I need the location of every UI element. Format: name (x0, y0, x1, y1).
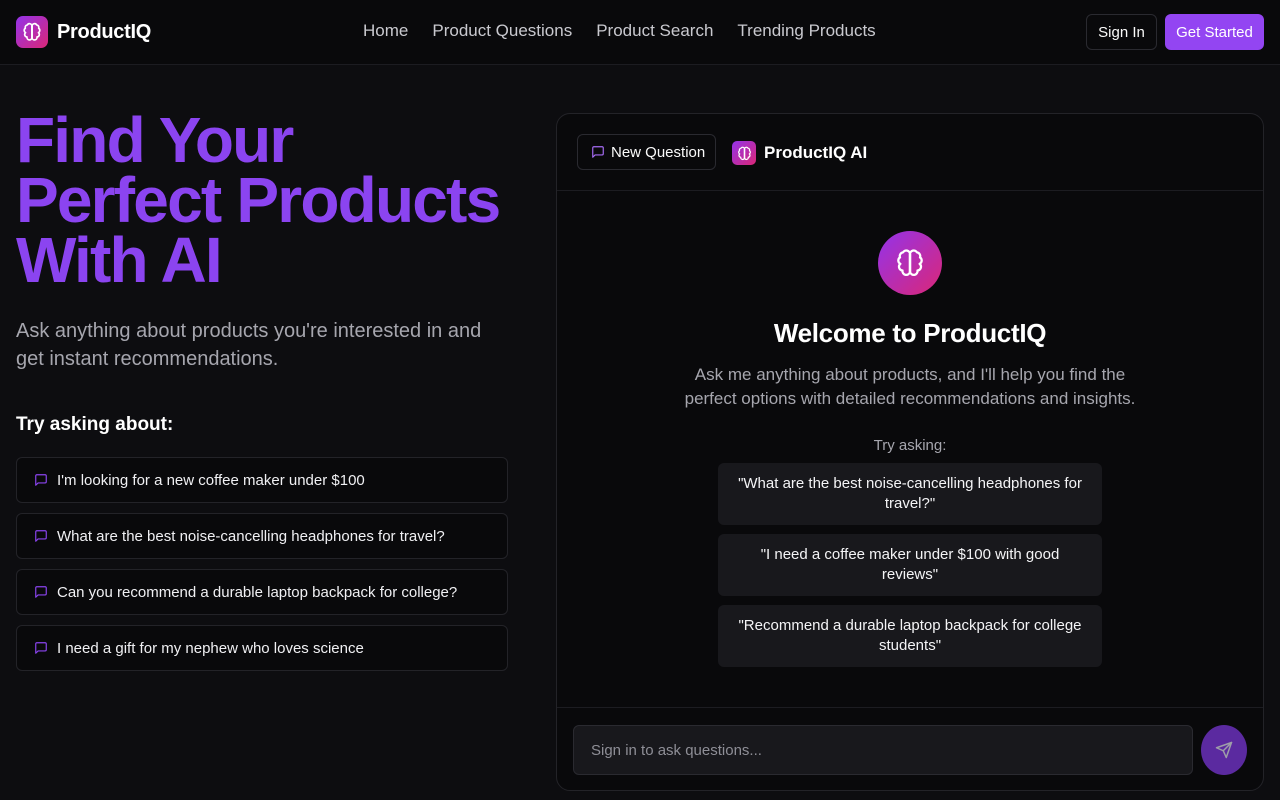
main-nav: Home Product Questions Product Search Tr… (363, 21, 876, 41)
new-question-label: New Question (611, 143, 706, 161)
message-square-icon (34, 529, 48, 543)
nav-product-search[interactable]: Product Search (596, 21, 713, 41)
example-question[interactable]: "What are the best noise-cancelling head… (718, 463, 1102, 525)
suggestion-text: What are the best noise-cancelling headp… (57, 527, 445, 545)
suggestion-item[interactable]: I need a gift for my nephew who loves sc… (16, 625, 508, 671)
send-button[interactable] (1201, 725, 1247, 775)
chat-header: New Question ProductIQ AI (557, 114, 1263, 191)
assistant-name: ProductIQ AI (764, 143, 868, 162)
hero-title: Find Your Perfect Products With AI (16, 104, 536, 296)
brand-name: ProductIQ (57, 20, 151, 43)
chat-input-bar (557, 707, 1263, 790)
hero-title-line: Perfect Products (16, 164, 501, 236)
hero-title-line: With AI (16, 224, 223, 296)
suggestion-item[interactable]: Can you recommend a durable laptop backp… (16, 569, 508, 615)
welcome-title: Welcome to ProductIQ (773, 318, 1047, 348)
nav-home[interactable]: Home (363, 21, 408, 41)
brain-icon (878, 231, 942, 295)
nav-product-questions[interactable]: Product Questions (432, 21, 572, 41)
send-icon (1215, 741, 1233, 759)
example-question[interactable]: "Recommend a durable laptop backpack for… (718, 605, 1102, 667)
sign-in-button[interactable]: Sign In (1086, 14, 1157, 50)
example-questions: "What are the best noise-cancelling head… (718, 463, 1102, 676)
hero-title-line: Find Your (16, 104, 294, 176)
brand-logo[interactable]: ProductIQ (16, 16, 151, 48)
try-asking-label: Try asking: (873, 437, 947, 454)
nav-trending-products[interactable]: Trending Products (737, 21, 875, 41)
suggestion-list: I'm looking for a new coffee maker under… (16, 457, 508, 681)
new-question-button[interactable]: New Question (577, 134, 716, 170)
suggestion-text: Can you recommend a durable laptop backp… (57, 583, 458, 601)
brain-icon (16, 16, 48, 48)
example-question[interactable]: "I need a coffee maker under $100 with g… (718, 534, 1102, 596)
chat-panel: New Question ProductIQ AI Welcome to Pro… (556, 113, 1264, 791)
chat-input[interactable] (573, 725, 1193, 775)
message-square-icon (34, 585, 48, 599)
suggestion-item[interactable]: What are the best noise-cancelling headp… (16, 513, 508, 559)
get-started-button[interactable]: Get Started (1165, 14, 1264, 50)
message-square-icon (34, 641, 48, 655)
top-navbar: ProductIQ Home Product Questions Product… (0, 0, 1280, 65)
suggestion-item[interactable]: I'm looking for a new coffee maker under… (16, 457, 508, 503)
suggestions-heading: Try asking about: (16, 414, 174, 435)
suggestion-text: I'm looking for a new coffee maker under… (57, 471, 365, 489)
message-square-icon (34, 473, 48, 487)
brain-icon (732, 141, 756, 165)
welcome-text: Ask me anything about products, and I'll… (684, 365, 1136, 408)
hero-subtitle: Ask anything about products you're inter… (16, 320, 482, 370)
assistant-label: ProductIQ AI (732, 141, 867, 165)
message-square-icon (591, 145, 605, 159)
suggestion-text: I need a gift for my nephew who loves sc… (57, 639, 364, 657)
